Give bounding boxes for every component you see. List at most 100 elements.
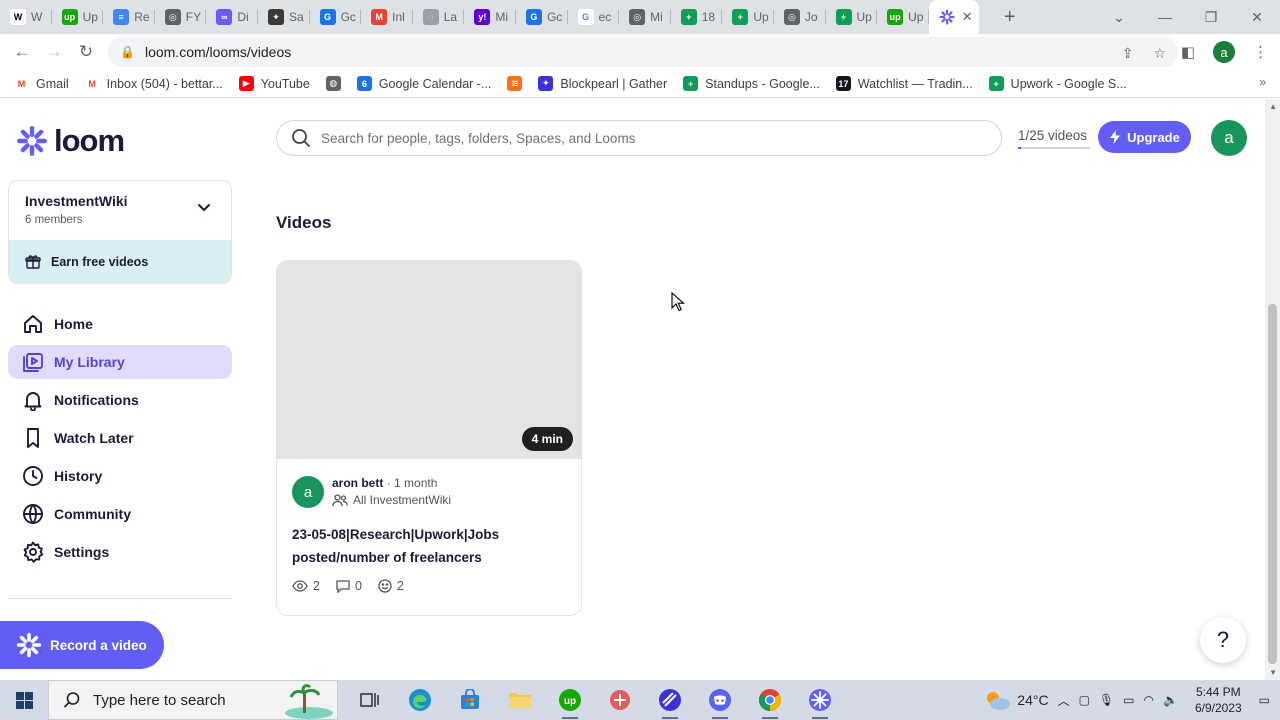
- bookmark-item[interactable]: M Gmail: [14, 76, 69, 91]
- page-title: Videos: [276, 213, 332, 232]
- video-quota[interactable]: 1/25 videos: [1018, 128, 1087, 143]
- bookmark-star-icon[interactable]: ☆: [1153, 45, 1166, 62]
- minimize-button[interactable]: —: [1142, 9, 1188, 25]
- new-tab-button[interactable]: +: [995, 6, 1025, 29]
- back-button[interactable]: ←: [6, 42, 38, 62]
- snip-tool-icon[interactable]: [602, 680, 638, 720]
- sidebar-item-notifications[interactable]: Notifications: [8, 383, 232, 417]
- edge-icon[interactable]: [402, 680, 438, 720]
- volume-icon[interactable]: 🔈: [1163, 693, 1178, 707]
- video-title[interactable]: 23-05-08|Research|Upwork|Jobs posted/num…: [292, 523, 572, 569]
- browser-tab[interactable]: ◎ Jo: [774, 0, 826, 34]
- browser-tab[interactable]: ≡ Re: [103, 0, 155, 34]
- browser-profile-avatar[interactable]: a: [1213, 41, 1235, 63]
- bookmark-item[interactable]: ◍: [325, 76, 341, 91]
- close-tab-icon[interactable]: ✕: [962, 9, 973, 25]
- bookmark-item[interactable]: + Standups - Google...: [683, 76, 820, 91]
- browser-tab[interactable]: G Gc: [310, 0, 362, 34]
- bookmark-item[interactable]: M Inbox (504) - bettar...: [84, 76, 223, 91]
- browser-tab[interactable]: WW: [0, 0, 52, 34]
- bookmark-item[interactable]: 6 Google Calendar -...: [356, 76, 491, 91]
- sidebar-item-home[interactable]: Home: [8, 307, 232, 341]
- url-text[interactable]: loom.com/looms/videos: [145, 44, 291, 60]
- weather-widget[interactable]: 24°C: [983, 689, 1049, 711]
- linear-app-icon[interactable]: [652, 680, 688, 720]
- browser-tab[interactable]: ◌ La: [413, 0, 465, 34]
- browser-tab[interactable]: + Up: [722, 0, 774, 34]
- video-thumbnail[interactable]: 4 min: [277, 261, 581, 459]
- browser-menu-icon[interactable]: ⋮: [1253, 43, 1268, 61]
- side-panel-icon[interactable]: ◧: [1181, 43, 1195, 61]
- discord-icon[interactable]: [702, 680, 738, 720]
- browser-tab-active[interactable]: ✕: [928, 0, 979, 34]
- sidebar-item-community[interactable]: Community: [8, 497, 232, 531]
- search-bar[interactable]: [276, 120, 1002, 156]
- comments-count: 0: [354, 579, 362, 593]
- upgrade-button[interactable]: Upgrade: [1098, 121, 1191, 153]
- notifications-center-icon[interactable]: ▭: [1259, 693, 1270, 707]
- user-avatar[interactable]: a: [1211, 120, 1247, 156]
- help-button[interactable]: ?: [1200, 617, 1246, 663]
- sidebar-item-history[interactable]: History: [8, 459, 232, 493]
- page-scrollbar[interactable]: ▲ ▼: [1265, 99, 1280, 680]
- bookmark-item[interactable]: ✦ Blockpearl | Gather: [538, 76, 667, 91]
- author-avatar[interactable]: a: [292, 476, 324, 508]
- video-card[interactable]: 4 min a aron bett · 1 month All Investme…: [276, 260, 582, 616]
- loom-app-icon[interactable]: [802, 680, 838, 720]
- tablet-icon[interactable]: ▢: [1079, 693, 1090, 707]
- author-name[interactable]: aron bett: [332, 476, 383, 490]
- workspace-switcher[interactable]: InvestmentWiki 6 members Earn free video…: [8, 180, 232, 284]
- browser-tab[interactable]: ◎ FY: [155, 0, 207, 34]
- task-view-icon[interactable]: [352, 680, 388, 720]
- sidebar-item-my-library[interactable]: My Library: [8, 345, 232, 379]
- bookmark-item[interactable]: + Upwork - Google S...: [988, 76, 1127, 91]
- lock-icon[interactable]: 🔒: [120, 45, 135, 59]
- browser-tab[interactable]: up Up: [877, 0, 929, 34]
- loom-logo[interactable]: loom: [16, 123, 125, 159]
- browser-tab[interactable]: + Up: [826, 0, 878, 34]
- scroll-down-arrow-icon[interactable]: ▼: [1269, 668, 1277, 677]
- microphone-icon[interactable]: 🎙: [1099, 693, 1114, 707]
- close-window-button[interactable]: ✕: [1234, 9, 1280, 26]
- search-input[interactable]: [321, 130, 981, 146]
- video-audience[interactable]: All InvestmentWiki: [353, 493, 451, 507]
- share-icon[interactable]: ⇪: [1122, 45, 1134, 62]
- upwork-app-icon[interactable]: up: [552, 680, 588, 720]
- address-bar[interactable]: 🔒 loom.com/looms/videos ⇪ ☆: [108, 37, 1178, 67]
- bookmark-item[interactable]: ≋: [507, 76, 523, 91]
- page-viewport: loom InvestmentWiki 6 members Earn free …: [0, 99, 1280, 680]
- wifi-icon[interactable]: ◠: [1144, 693, 1154, 707]
- browser-tab[interactable]: ✦ Sa: [258, 0, 310, 34]
- battery-icon[interactable]: ▭: [1123, 693, 1134, 707]
- microsoft-store-icon[interactable]: [452, 680, 488, 720]
- browser-tab[interactable]: +18: [671, 0, 723, 34]
- browser-tab[interactable]: M Inl: [361, 0, 413, 34]
- taskbar-search-box[interactable]: Type here to search: [48, 680, 338, 720]
- scroll-up-arrow-icon[interactable]: ▲: [1269, 102, 1277, 111]
- bookmark-item[interactable]: ▶ YouTube: [238, 76, 310, 91]
- earn-free-videos-button[interactable]: Earn free videos: [9, 240, 231, 283]
- browser-tab[interactable]: Gec: [568, 0, 620, 34]
- reload-button[interactable]: ↻: [70, 42, 102, 62]
- browser-tab[interactable]: y! Mi: [464, 0, 516, 34]
- restore-button[interactable]: ❐: [1188, 9, 1234, 26]
- browser-tab[interactable]: G Gc: [516, 0, 568, 34]
- show-hidden-icons-icon[interactable]: ︿: [1058, 692, 1070, 709]
- browser-tab[interactable]: ◎ Mi: [619, 0, 671, 34]
- forward-button[interactable]: →: [38, 42, 70, 62]
- browser-tab[interactable]: ∞ Di: [206, 0, 258, 34]
- bookmark-item[interactable]: 17 Watchlist — Tradin...: [835, 76, 973, 91]
- file-explorer-icon[interactable]: [502, 680, 538, 720]
- taskbar-clock[interactable]: 5:44 PM 6/9/2023: [1195, 684, 1242, 716]
- bookmarks-overflow-button[interactable]: »: [1259, 75, 1266, 89]
- bookmark-favicon-icon: ◍: [325, 76, 341, 91]
- windows-start-button[interactable]: [0, 680, 48, 720]
- scrollbar-thumb[interactable]: [1268, 304, 1277, 664]
- sidebar-item-watch-later[interactable]: Watch Later: [8, 421, 232, 455]
- chrome-icon[interactable]: [752, 680, 788, 720]
- tab-search-icon[interactable]: ⌄: [1096, 9, 1142, 26]
- browser-tab[interactable]: up Up: [52, 0, 104, 34]
- record-video-button[interactable]: Record a video: [0, 621, 164, 669]
- chevron-down-icon[interactable]: [197, 203, 211, 213]
- sidebar-item-settings[interactable]: Settings: [8, 535, 232, 569]
